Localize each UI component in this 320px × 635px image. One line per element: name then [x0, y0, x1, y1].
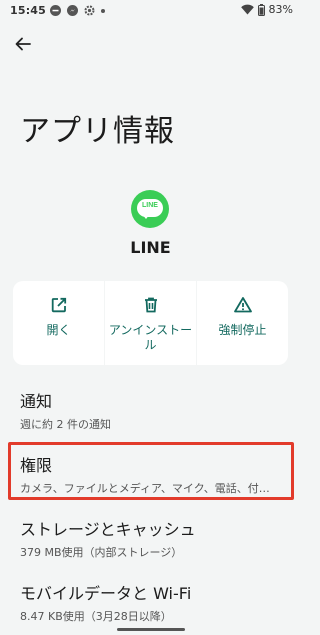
list-item-mobile-data[interactable]: モバイルデータと Wi-Fi 8.47 KB使用（3月28日以降） [20, 580, 290, 624]
open-button[interactable]: 開く [13, 281, 104, 365]
gear-icon [84, 5, 95, 16]
system-icons: 83% [240, 3, 293, 16]
messenger-icon [67, 5, 78, 16]
item-subtitle: カメラ、ファイルとメディア、マイク、電話、付… [20, 482, 270, 495]
item-title: モバイルデータと Wi-Fi [20, 584, 192, 603]
minus-circle-icon [50, 5, 61, 16]
list-item-permissions[interactable]: 権限 カメラ、ファイルとメディア、マイク、電話、付… [20, 452, 290, 496]
app-name: LINE [130, 238, 171, 257]
action-buttons-card: 開く アンインストール 強制停止 [13, 281, 288, 365]
notification-icons [50, 5, 105, 16]
item-subtitle: 379 MB使用（内部ストレージ） [20, 546, 183, 559]
item-title: 権限 [20, 456, 53, 475]
open-label: 開く [46, 323, 71, 337]
item-subtitle: 8.47 KB使用（3月28日以降） [20, 610, 172, 623]
page-title: アプリ情報 [20, 114, 175, 149]
home-indicator[interactable] [117, 628, 185, 631]
open-external-icon [51, 297, 66, 313]
battery-percent: 83% [268, 3, 293, 16]
warning-icon [233, 297, 252, 313]
status-bar: 15:45 83% [0, 0, 301, 22]
force-stop-label: 強制停止 [218, 323, 267, 337]
back-button[interactable] [12, 33, 34, 55]
battery-icon [257, 3, 265, 16]
app-icon-tail [142, 214, 150, 219]
dot-icon [101, 8, 105, 13]
trash-icon [144, 297, 157, 313]
force-stop-button[interactable]: 強制停止 [196, 281, 288, 365]
list-item-storage[interactable]: ストレージとキャッシュ 379 MB使用（内部ストレージ） [20, 516, 290, 560]
list-item-notifications[interactable]: 通知 週に約 2 件の通知 [20, 388, 290, 432]
uninstall-button[interactable]: アンインストール [104, 281, 196, 365]
item-subtitle: 週に約 2 件の通知 [20, 418, 111, 431]
status-time: 15:45 [10, 4, 47, 17]
item-title: ストレージとキャッシュ [20, 520, 196, 539]
item-title: 通知 [20, 392, 53, 411]
app-icon: LINE [131, 190, 169, 228]
app-icon-text: LINE [142, 202, 158, 209]
wifi-icon [240, 4, 254, 15]
uninstall-label: アンインストール [108, 323, 193, 352]
back-arrow-icon [15, 37, 31, 51]
